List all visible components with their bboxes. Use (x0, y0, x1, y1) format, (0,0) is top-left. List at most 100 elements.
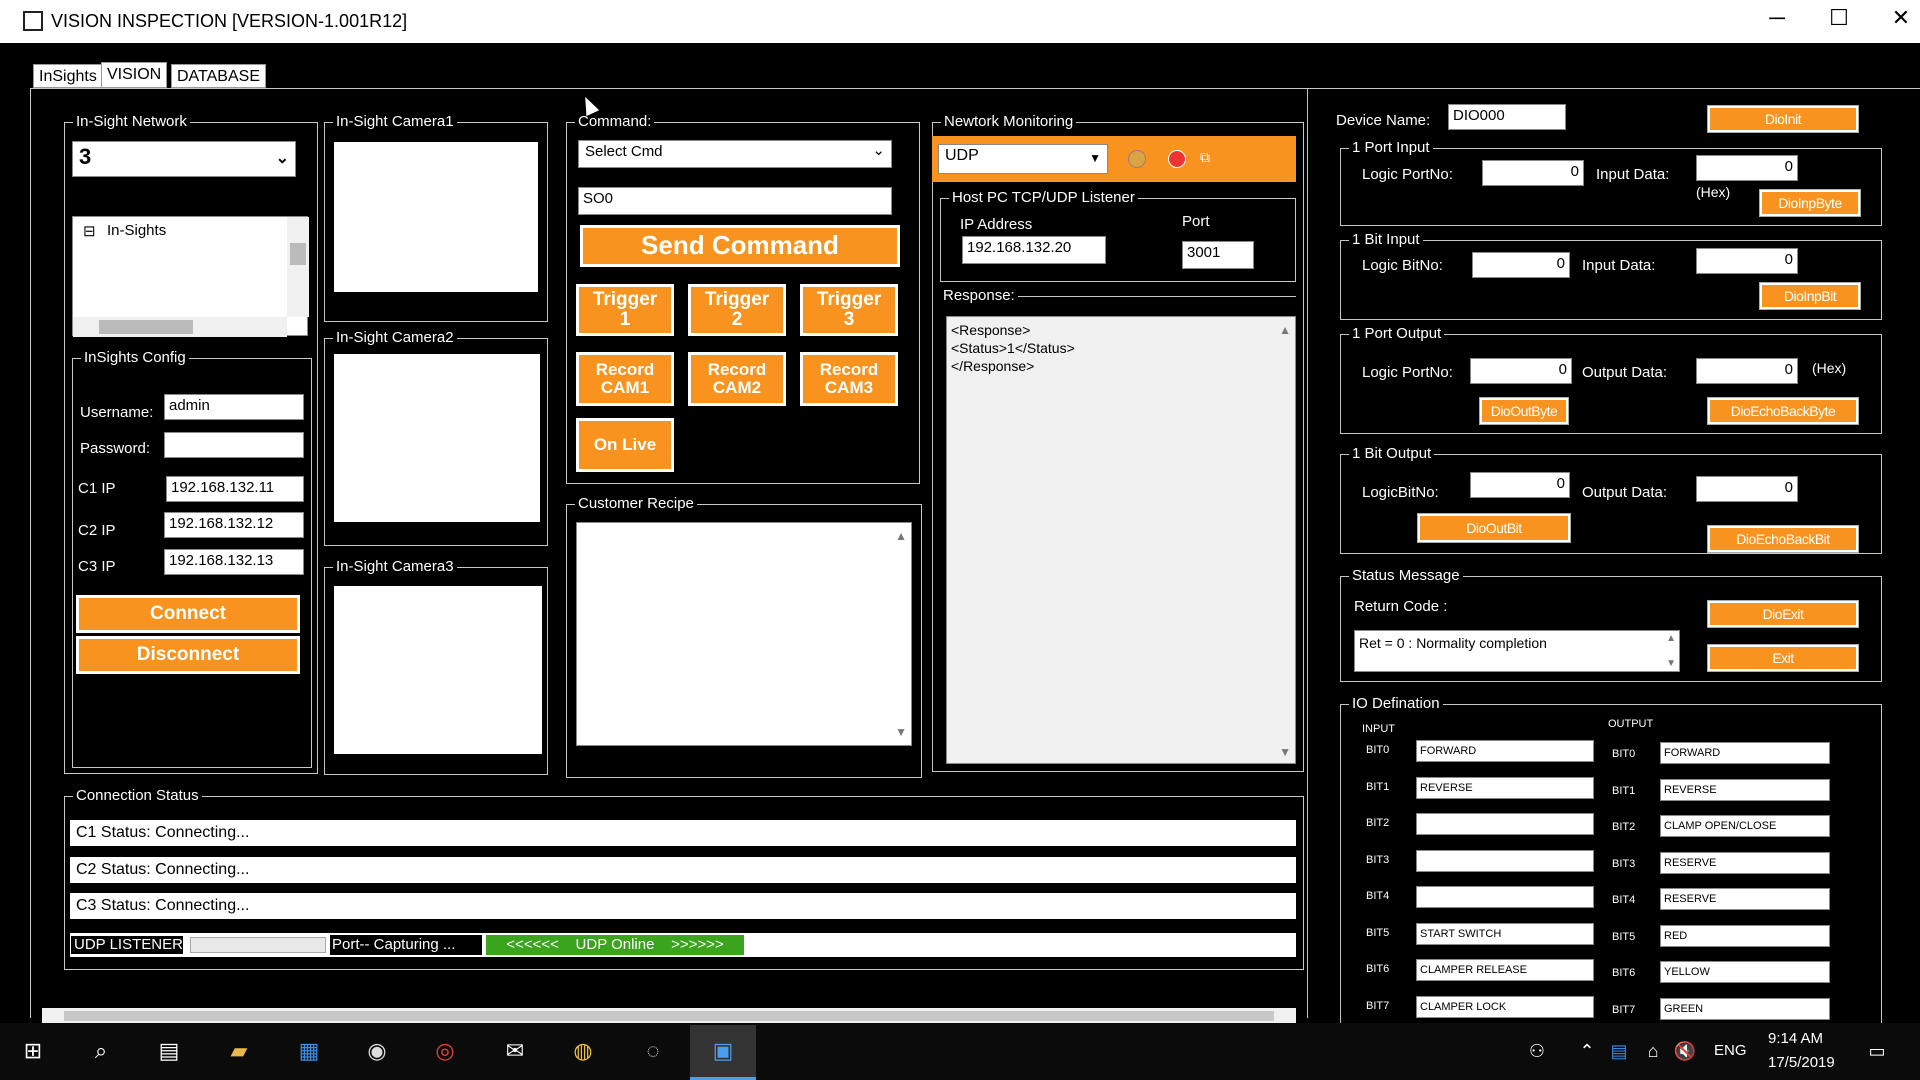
app-icon[interactable]: ◌ (636, 1034, 670, 1068)
network-tray-icon[interactable]: ⌂ (1636, 1034, 1670, 1068)
main-hscroll-thumb[interactable] (64, 1011, 1274, 1021)
io-output-field[interactable]: CLAMP OPEN/CLOSE (1660, 815, 1830, 837)
tree-vscroll-thumb[interactable] (290, 243, 306, 265)
tree-vscrollbar[interactable] (287, 217, 309, 317)
maximize-button[interactable]: ☐ (1814, 5, 1864, 31)
scroll-down-icon[interactable]: ▼ (895, 725, 907, 739)
scroll-down-icon[interactable]: ▼ (1666, 658, 1676, 669)
close-button[interactable]: ✕ (1876, 5, 1920, 31)
scroll-up-icon[interactable]: ▲ (1666, 633, 1676, 644)
trigger1-button[interactable]: Trigger 1 (576, 284, 674, 336)
windows-start-icon[interactable]: ⊞ (16, 1034, 50, 1068)
trigger2-button[interactable]: Trigger 2 (688, 284, 786, 336)
dio-echo-back-bit-button[interactable]: DioEchoBackBit (1707, 525, 1859, 553)
c2-ip-input[interactable]: 192.168.132.12 (164, 512, 304, 538)
port-input-logic-field[interactable]: 0 (1482, 160, 1584, 186)
scroll-up-icon[interactable]: ▲ (895, 529, 907, 543)
scroll-down-icon[interactable]: ▼ (1279, 745, 1291, 759)
store-icon[interactable]: ▦ (292, 1034, 326, 1068)
chevron-up-icon[interactable]: ⌃ (1570, 1034, 1604, 1068)
send-command-button[interactable]: Send Command (580, 225, 900, 267)
tab-insights[interactable]: InSights (33, 64, 103, 88)
record-cam1-button[interactable]: Record CAM1 (576, 352, 674, 406)
scroll-up-icon[interactable]: ▲ (1279, 323, 1291, 337)
trigger3-button[interactable]: Trigger 3 (800, 284, 898, 336)
camera3-view[interactable] (334, 586, 542, 754)
io-input-field[interactable]: FORWARD (1416, 740, 1594, 762)
io-input-field[interactable] (1416, 813, 1594, 835)
io-input-field[interactable]: CLAMPER LOCK (1416, 995, 1594, 1018)
exit-button[interactable]: Exit (1707, 644, 1859, 672)
copy-icon[interactable]: ⧉ (1200, 149, 1220, 167)
port-input-data-field[interactable]: 0 (1696, 155, 1798, 181)
tab-database[interactable]: DATABASE (171, 64, 266, 88)
tree-item-insights[interactable]: In-Sights (107, 222, 166, 239)
tray-app-icon[interactable]: ▤ (1602, 1034, 1636, 1068)
mail-icon[interactable]: ✉ (498, 1034, 532, 1068)
c3-ip-input[interactable]: 192.168.132.13 (164, 549, 304, 575)
username-input[interactable]: admin (164, 394, 304, 420)
dio-inp-bit-button[interactable]: DioInpBit (1759, 282, 1861, 310)
c1-ip-input[interactable]: 192.168.132.11 (166, 476, 304, 502)
dio-out-byte-button[interactable]: DioOutByte (1479, 397, 1569, 425)
connect-button[interactable]: Connect (76, 595, 300, 633)
network-select[interactable]: 3 ⌄ (72, 141, 296, 177)
bit-input-data-field[interactable]: 0 (1696, 248, 1798, 274)
volume-muted-icon[interactable]: 🔇 (1668, 1034, 1702, 1068)
io-output-field[interactable]: YELLOW (1660, 961, 1830, 983)
io-output-field[interactable]: FORWARD (1660, 742, 1830, 764)
insights-tree[interactable]: ⊟ In-Sights (72, 216, 309, 337)
io-input-field[interactable] (1416, 849, 1594, 872)
on-live-button[interactable]: On Live (576, 418, 674, 472)
tree-collapse-icon[interactable]: ⊟ (83, 222, 96, 240)
disconnect-button[interactable]: Disconnect (76, 636, 300, 674)
return-code-textarea[interactable]: Ret = 0 : Normality completion ▲ ▼ (1354, 630, 1680, 672)
camera1-view[interactable] (334, 142, 538, 292)
port-output-data-field[interactable]: 0 (1696, 358, 1798, 384)
dio-echo-back-byte-button[interactable]: DioEchoBackByte (1707, 397, 1859, 425)
io-input-field[interactable] (1416, 886, 1594, 908)
port-output-logic-field[interactable]: 0 (1470, 358, 1572, 384)
password-input[interactable] (164, 432, 304, 458)
dio-init-button[interactable]: DioInit (1707, 105, 1859, 133)
io-input-field[interactable]: REVERSE (1416, 776, 1594, 799)
stop-monitor-icon[interactable] (1168, 150, 1186, 168)
start-monitor-icon[interactable] (1128, 150, 1146, 168)
protocol-select[interactable]: UDP ▼ (938, 144, 1108, 174)
tree-hscrollbar[interactable] (73, 317, 287, 337)
tab-vision[interactable]: VISION (101, 62, 168, 88)
bit-input-logic-field[interactable]: 0 (1472, 252, 1570, 278)
customer-recipe-textarea[interactable]: ▲ ▼ (576, 522, 912, 746)
io-output-field[interactable]: REVERSE (1660, 778, 1830, 801)
paint-icon[interactable]: ◉ (360, 1034, 394, 1068)
ip-address-input[interactable]: 192.168.132.20 (962, 236, 1106, 264)
dio-exit-button[interactable]: DioExit (1707, 600, 1859, 628)
camera2-view[interactable] (334, 354, 540, 522)
io-output-field[interactable]: RESERVE (1660, 851, 1830, 874)
io-output-field[interactable]: RED (1660, 924, 1830, 947)
record-cam2-button[interactable]: Record CAM2 (688, 352, 786, 406)
notifications-icon[interactable]: ▭ (1860, 1034, 1894, 1068)
bit-output-data-field[interactable]: 0 (1696, 476, 1798, 502)
file-explorer-icon[interactable]: ▰ (222, 1034, 256, 1068)
command-input[interactable]: SO0 (578, 187, 892, 215)
language-indicator[interactable]: ENG (1714, 1042, 1747, 1059)
clock-time[interactable]: 9:14 AM (1768, 1030, 1823, 1047)
bit-output-logic-field[interactable]: 0 (1470, 472, 1570, 498)
tree-hscroll-thumb[interactable] (99, 320, 193, 334)
dio-out-bit-button[interactable]: DioOutBit (1417, 513, 1571, 543)
main-hscrollbar[interactable] (42, 1008, 1296, 1024)
task-view-icon[interactable]: ▤ (152, 1034, 186, 1068)
chrome-icon[interactable]: ◎ (428, 1034, 462, 1068)
io-output-field[interactable]: GREEN (1660, 997, 1830, 1020)
dio-inp-byte-button[interactable]: DioInpByte (1759, 189, 1861, 217)
minimize-button[interactable]: ─ (1752, 5, 1802, 31)
clock-date[interactable]: 17/5/2019 (1768, 1054, 1835, 1071)
port-input[interactable]: 3001 (1182, 241, 1254, 269)
search-icon[interactable]: ⌕ (84, 1034, 118, 1068)
vision-inspection-app-icon[interactable]: ▣ (706, 1034, 740, 1068)
io-input-field[interactable]: START SWITCH (1416, 922, 1594, 945)
network-tool-icon[interactable]: ◍ (566, 1034, 600, 1068)
response-textarea[interactable]: <Response> <Status>1</Status> </Response… (946, 316, 1296, 764)
command-select[interactable]: Select Cmd ⌄ (578, 140, 892, 168)
